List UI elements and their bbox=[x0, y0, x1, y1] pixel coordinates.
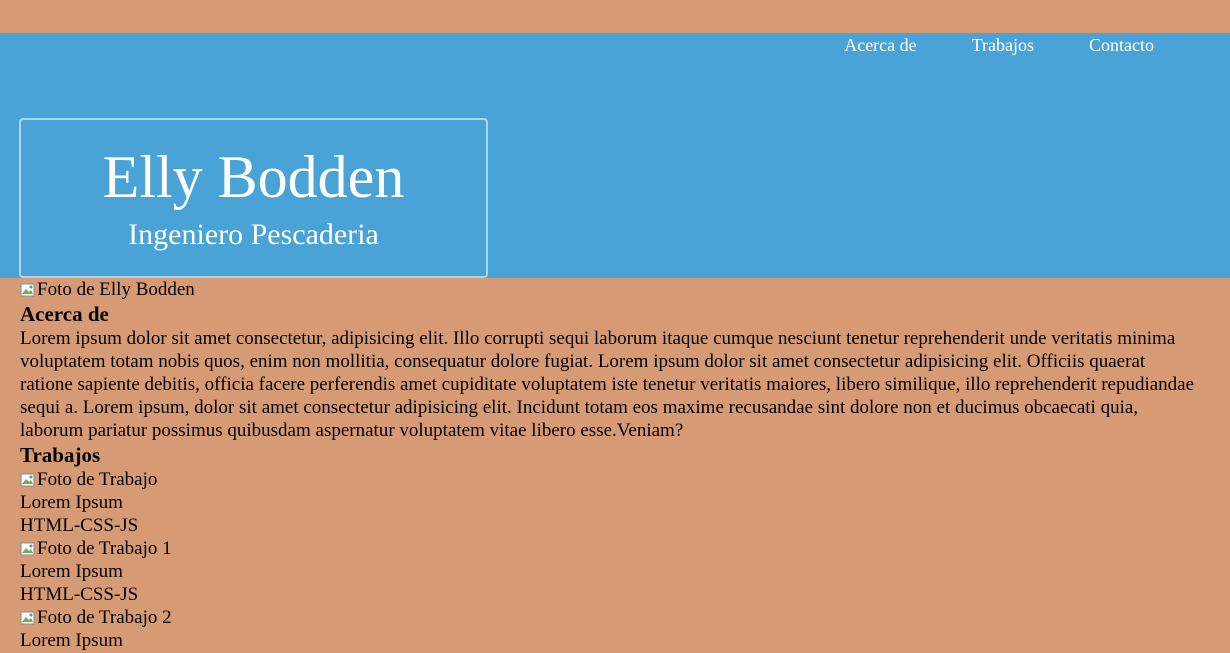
broken-image-icon bbox=[20, 541, 36, 557]
profile-photo-alt: Foto de Elly Bodden bbox=[37, 279, 195, 300]
nav-link-contacto[interactable]: Contacto bbox=[1089, 33, 1154, 57]
work-photo-alt: Foto de Trabajo 1 bbox=[37, 538, 172, 559]
broken-image-icon bbox=[20, 610, 36, 626]
profile-photo: Foto de Elly Bodden bbox=[20, 278, 1195, 301]
work-photo: Foto de Trabajo bbox=[20, 468, 1195, 491]
work-title: Lorem Ipsum bbox=[20, 561, 123, 582]
broken-image-icon bbox=[20, 472, 36, 488]
work-tech: HTML-CSS-JS bbox=[20, 584, 139, 605]
main-nav: Acerca de Trabajos Contacto bbox=[844, 33, 1230, 57]
work-photo-alt: Foto de Trabajo 2 bbox=[37, 607, 172, 628]
work-tech: HTML-CSS-JS bbox=[20, 515, 139, 536]
work-photo-alt: Foto de Trabajo bbox=[37, 469, 158, 490]
main-content: Foto de Elly Bodden Acerca de Lorem ipsu… bbox=[20, 278, 1195, 652]
about-text: Lorem ipsum dolor sit amet consectetur, … bbox=[20, 328, 1195, 441]
nav-link-trabajos[interactable]: Trabajos bbox=[972, 33, 1034, 57]
work-title: Lorem Ipsum bbox=[20, 630, 123, 651]
broken-image-icon bbox=[20, 282, 36, 298]
work-item: Foto de Trabajo Lorem Ipsum HTML-CSS-JS bbox=[20, 468, 1195, 537]
page: Acerca de Trabajos Contacto Elly Bodden … bbox=[0, 0, 1230, 653]
nav-link-acerca-de[interactable]: Acerca de bbox=[844, 33, 916, 57]
work-photo: Foto de Trabajo 2 bbox=[20, 606, 1195, 629]
about-heading: Acerca de bbox=[20, 302, 109, 326]
work-photo: Foto de Trabajo 1 bbox=[20, 537, 1195, 560]
work-item: Foto de Trabajo 1 Lorem Ipsum HTML-CSS-J… bbox=[20, 537, 1195, 606]
work-item: Foto de Trabajo 2 Lorem Ipsum bbox=[20, 606, 1195, 652]
hero-role: Ingeniero Pescaderia bbox=[128, 218, 379, 251]
hero-name: Elly Bodden bbox=[102, 144, 405, 210]
hero-title-box: Elly Bodden Ingeniero Pescaderia bbox=[19, 118, 488, 278]
works-heading: Trabajos bbox=[20, 443, 101, 467]
hero-header: Acerca de Trabajos Contacto Elly Bodden … bbox=[0, 33, 1230, 278]
work-title: Lorem Ipsum bbox=[20, 492, 123, 513]
